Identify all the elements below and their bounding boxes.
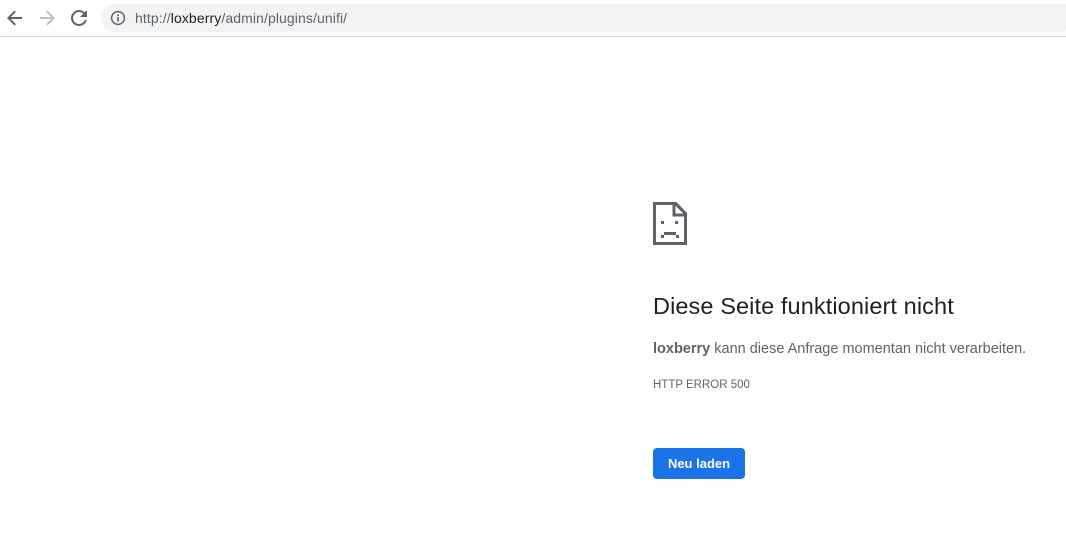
- forward-button[interactable]: [35, 6, 59, 30]
- back-button[interactable]: [3, 6, 27, 30]
- error-description: loxberry kann diese Anfrage momentan nic…: [653, 341, 1026, 357]
- error-message: kann diese Anfrage momentan nicht verarb…: [710, 341, 1027, 357]
- forward-arrow-icon: [39, 10, 55, 26]
- url-host: loxberry: [170, 10, 222, 26]
- reload-icon: [71, 10, 87, 26]
- url-text[interactable]: http://loxberry/admin/plugins/unifi/: [135, 10, 347, 26]
- browser-toolbar: http://loxberry/admin/plugins/unifi/: [0, 0, 1066, 37]
- reload-button[interactable]: Neu laden: [653, 448, 745, 479]
- back-arrow-icon: [7, 10, 23, 26]
- url-path: /admin/plugins/unifi/: [221, 10, 348, 26]
- error-host: loxberry: [653, 341, 711, 357]
- sad-page-icon: [653, 202, 687, 245]
- address-bar[interactable]: http://loxberry/admin/plugins/unifi/: [101, 4, 1066, 32]
- reload-button-toolbar[interactable]: [67, 6, 91, 30]
- info-icon[interactable]: [110, 10, 126, 26]
- error-code: HTTP ERROR 500: [653, 379, 750, 391]
- url-scheme: http://: [135, 10, 171, 26]
- error-title: Diese Seite funktioniert nicht: [653, 293, 954, 319]
